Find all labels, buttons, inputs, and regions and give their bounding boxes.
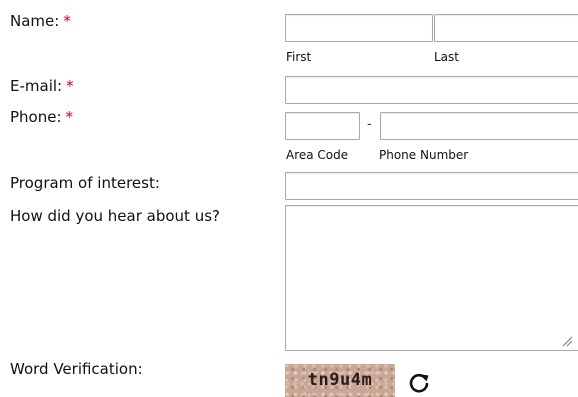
name-label-text: Name: <box>10 12 60 30</box>
program-label: Program of interest: <box>10 174 160 192</box>
area-code-caption: Area Code <box>286 148 349 162</box>
refresh-icon[interactable] <box>408 372 430 394</box>
resize-grip-icon[interactable] <box>562 336 573 347</box>
heard-label: How did you hear about us? <box>10 207 220 225</box>
email-label-text: E-mail: <box>10 77 63 95</box>
last-name-caption: Last <box>434 50 459 64</box>
email-required-marker: * <box>66 77 74 95</box>
captcha-image: tn9u4m <box>285 364 395 397</box>
phone-number-caption: Phone Number <box>379 148 469 162</box>
phone-label: Phone: * <box>10 108 73 126</box>
phone-label-text: Phone: <box>10 108 62 126</box>
first-name-caption: First <box>286 50 312 64</box>
program-input[interactable] <box>285 172 578 200</box>
name-required-marker: * <box>63 12 71 30</box>
phone-required-marker: * <box>65 108 74 126</box>
heard-textarea[interactable] <box>285 205 578 351</box>
last-name-input[interactable] <box>434 14 578 42</box>
name-label: Name: * <box>10 12 71 30</box>
email-label: E-mail: * <box>10 77 74 95</box>
email-input[interactable] <box>285 76 578 104</box>
first-name-input[interactable] <box>285 14 433 42</box>
area-code-input[interactable] <box>285 112 360 140</box>
phone-number-input[interactable] <box>380 112 578 140</box>
verification-label: Word Verification: <box>10 360 143 378</box>
phone-separator: - <box>367 117 372 132</box>
